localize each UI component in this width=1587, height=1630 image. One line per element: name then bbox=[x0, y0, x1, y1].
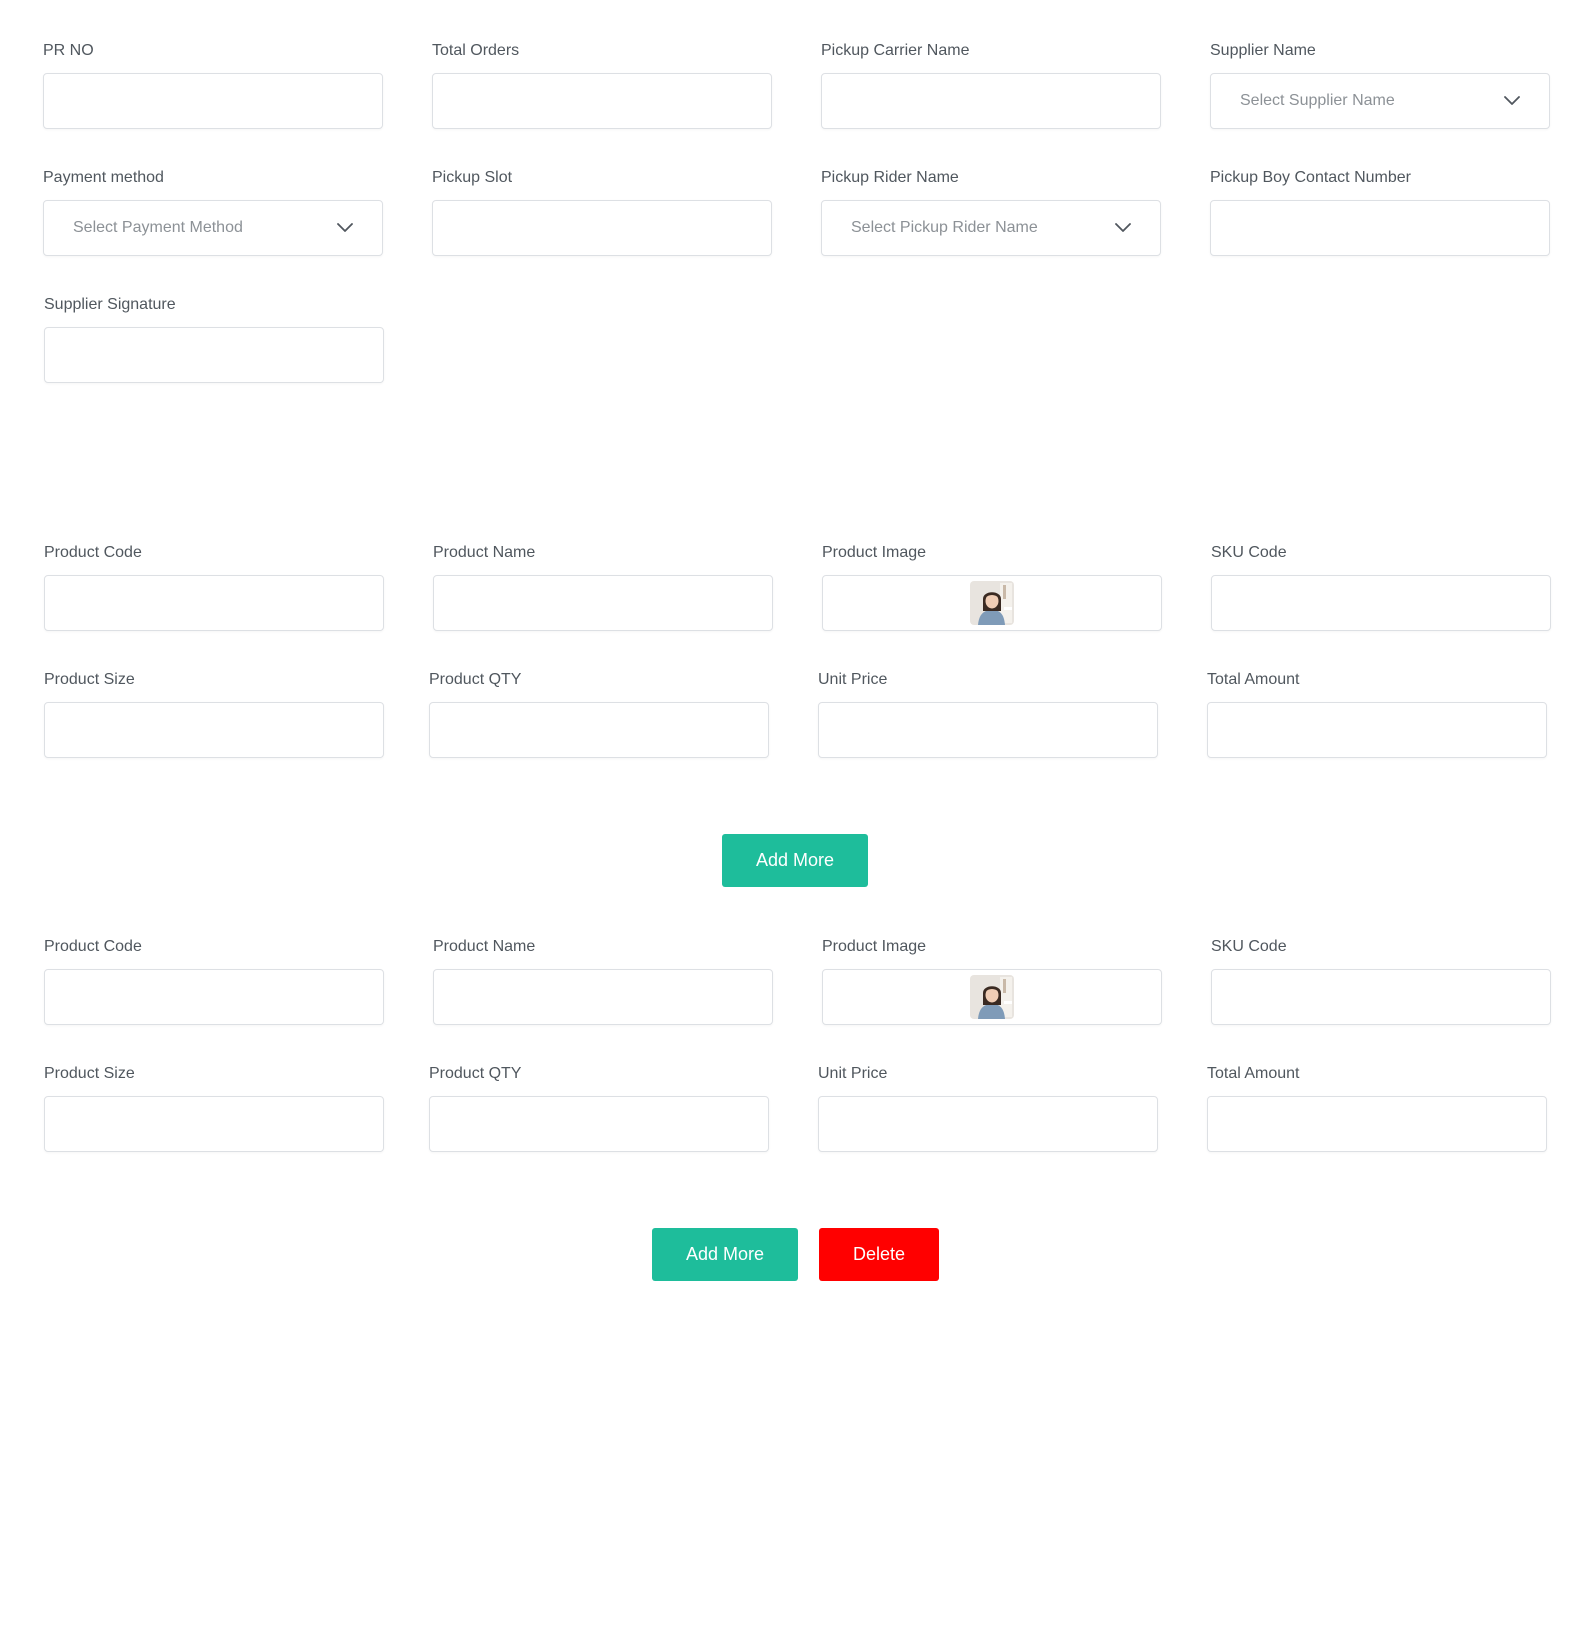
total-amount-input[interactable] bbox=[1207, 1096, 1547, 1152]
product-name-field: Product Name bbox=[433, 937, 773, 1025]
product-size-input[interactable] bbox=[44, 702, 384, 758]
pickup-boy-contact-field: Pickup Boy Contact Number bbox=[1210, 168, 1550, 256]
pickup-rider-name-label: Pickup Rider Name bbox=[821, 169, 959, 186]
pickup-slot-label: Pickup Slot bbox=[432, 169, 513, 186]
pickup-carrier-name-field: Pickup Carrier Name bbox=[821, 41, 1161, 129]
product-code-input[interactable] bbox=[44, 969, 384, 1025]
product-image-field: Product Image bbox=[822, 543, 1162, 631]
product-qty-field: Product QTY bbox=[429, 670, 769, 758]
chevron-down-icon bbox=[336, 219, 354, 237]
product-photo-thumbnail[interactable] bbox=[970, 581, 1014, 625]
payment-method-label: Payment method bbox=[43, 169, 164, 186]
product-name-label: Product Name bbox=[433, 938, 536, 955]
add-more-button[interactable]: Add More bbox=[652, 1228, 798, 1281]
pr-no-label: PR NO bbox=[43, 42, 94, 59]
sku-code-input[interactable] bbox=[1211, 575, 1551, 631]
supplier-name-field: Supplier Name Select Supplier Name bbox=[1210, 41, 1550, 129]
product-qty-field: Product QTY bbox=[429, 1064, 769, 1152]
add-more-button[interactable]: Add More bbox=[722, 834, 868, 887]
total-orders-label: Total Orders bbox=[432, 42, 520, 59]
sku-code-label: SKU Code bbox=[1211, 544, 1287, 561]
product-qty-input[interactable] bbox=[429, 1096, 769, 1152]
pickup-rider-name-select[interactable]: Select Pickup Rider Name bbox=[821, 200, 1161, 256]
product-image-upload[interactable] bbox=[822, 969, 1162, 1025]
product-code-input[interactable] bbox=[44, 575, 384, 631]
product-qty-label: Product QTY bbox=[429, 671, 522, 688]
product-size-field: Product Size bbox=[44, 1064, 384, 1152]
product-name-field: Product Name bbox=[433, 543, 773, 631]
product-size-label: Product Size bbox=[44, 671, 135, 688]
total-amount-input[interactable] bbox=[1207, 702, 1547, 758]
total-amount-field: Total Amount bbox=[1207, 1064, 1547, 1152]
product-code-label: Product Code bbox=[44, 544, 142, 561]
product-qty-input[interactable] bbox=[429, 702, 769, 758]
product-size-input[interactable] bbox=[44, 1096, 384, 1152]
unit-price-label: Unit Price bbox=[818, 1065, 888, 1082]
product-name-input[interactable] bbox=[433, 575, 773, 631]
sku-code-field: SKU Code bbox=[1211, 543, 1551, 631]
supplier-signature-input[interactable] bbox=[44, 327, 384, 383]
supplier-name-placeholder: Select Supplier Name bbox=[1240, 92, 1395, 109]
pickup-rider-name-placeholder: Select Pickup Rider Name bbox=[851, 219, 1038, 236]
supplier-name-label: Supplier Name bbox=[1210, 42, 1316, 59]
unit-price-input[interactable] bbox=[818, 1096, 1158, 1152]
product-name-input[interactable] bbox=[433, 969, 773, 1025]
product-size-field: Product Size bbox=[44, 670, 384, 758]
pr-no-input[interactable] bbox=[43, 73, 383, 129]
product-image-field: Product Image bbox=[822, 937, 1162, 1025]
payment-method-field: Payment method Select Payment Method bbox=[43, 168, 383, 256]
pr-no-field: PR NO bbox=[43, 41, 383, 129]
product-image-label: Product Image bbox=[822, 544, 927, 561]
supplier-signature-field: Supplier Signature bbox=[44, 295, 384, 383]
product-code-field: Product Code bbox=[44, 937, 384, 1025]
chevron-down-icon bbox=[1114, 219, 1132, 237]
delete-button[interactable]: Delete bbox=[819, 1228, 939, 1281]
product-qty-label: Product QTY bbox=[429, 1065, 522, 1082]
supplier-name-select[interactable]: Select Supplier Name bbox=[1210, 73, 1550, 129]
sku-code-label: SKU Code bbox=[1211, 938, 1287, 955]
total-orders-input[interactable] bbox=[432, 73, 772, 129]
pickup-slot-input[interactable] bbox=[432, 200, 772, 256]
product-name-label: Product Name bbox=[433, 544, 536, 561]
unit-price-field: Unit Price bbox=[818, 670, 1158, 758]
total-orders-field: Total Orders bbox=[432, 41, 772, 129]
product-image-upload[interactable] bbox=[822, 575, 1162, 631]
chevron-down-icon bbox=[1503, 92, 1521, 110]
unit-price-input[interactable] bbox=[818, 702, 1158, 758]
product-size-label: Product Size bbox=[44, 1065, 135, 1082]
unit-price-field: Unit Price bbox=[818, 1064, 1158, 1152]
payment-method-select[interactable]: Select Payment Method bbox=[43, 200, 383, 256]
product-photo-thumbnail[interactable] bbox=[970, 975, 1014, 1019]
product-code-label: Product Code bbox=[44, 938, 142, 955]
total-amount-label: Total Amount bbox=[1207, 671, 1300, 688]
total-amount-field: Total Amount bbox=[1207, 670, 1547, 758]
product-image-label: Product Image bbox=[822, 938, 927, 955]
unit-price-label: Unit Price bbox=[818, 671, 888, 688]
pickup-carrier-name-input[interactable] bbox=[821, 73, 1161, 129]
pickup-boy-contact-input[interactable] bbox=[1210, 200, 1550, 256]
sku-code-input[interactable] bbox=[1211, 969, 1551, 1025]
supplier-signature-label: Supplier Signature bbox=[44, 296, 176, 313]
pickup-carrier-name-label: Pickup Carrier Name bbox=[821, 42, 970, 59]
sku-code-field: SKU Code bbox=[1211, 937, 1551, 1025]
total-amount-label: Total Amount bbox=[1207, 1065, 1300, 1082]
pickup-slot-field: Pickup Slot bbox=[432, 168, 772, 256]
pickup-boy-contact-label: Pickup Boy Contact Number bbox=[1210, 169, 1411, 186]
product-code-field: Product Code bbox=[44, 543, 384, 631]
pickup-rider-name-field: Pickup Rider Name Select Pickup Rider Na… bbox=[821, 168, 1161, 256]
payment-method-placeholder: Select Payment Method bbox=[73, 219, 243, 236]
